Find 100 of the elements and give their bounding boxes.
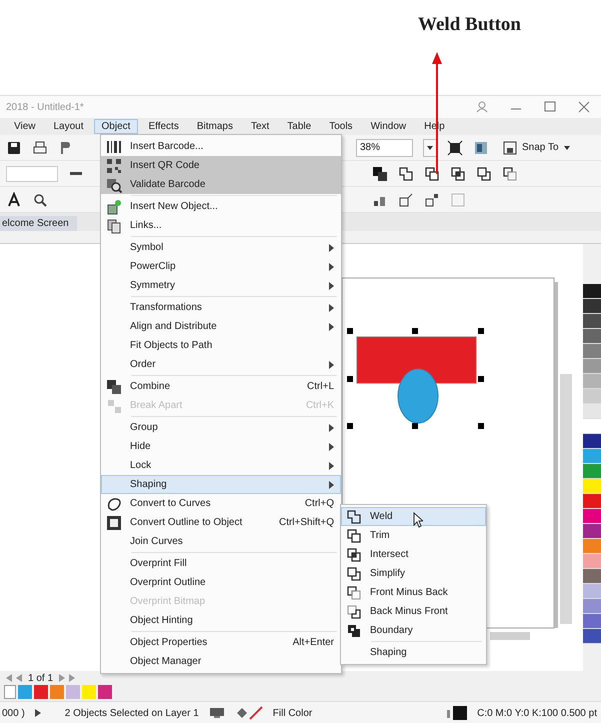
color-swatch[interactable] [34, 685, 48, 699]
selection-handle[interactable] [478, 328, 484, 334]
snap-to-button[interactable]: Snap To [499, 138, 574, 156]
selection-handle[interactable] [412, 328, 418, 334]
text-icon[interactable] [6, 192, 22, 208]
menu-item[interactable]: Convert Outline to Object Ctrl+Shift+Q [101, 513, 341, 532]
palette-swatch[interactable] [583, 344, 601, 359]
palette-swatch[interactable] [583, 569, 601, 584]
color-swatch[interactable] [82, 685, 96, 699]
palette-swatch[interactable] [583, 539, 601, 554]
palette-swatch[interactable] [583, 284, 601, 299]
application-icon[interactable] [473, 140, 489, 156]
menu-item[interactable]: Lock [101, 456, 341, 475]
combine-icon[interactable] [372, 166, 388, 182]
palette-swatch[interactable] [583, 314, 601, 329]
selection-handle[interactable] [347, 376, 353, 382]
menu-item[interactable]: Insert New Object... [101, 197, 341, 216]
palette-swatch[interactable] [583, 599, 601, 614]
simplify-icon[interactable] [476, 166, 492, 182]
palette-swatch[interactable] [583, 419, 601, 434]
menu-item[interactable]: Fit Objects to Path [101, 336, 341, 355]
menu-item[interactable]: Simplify [341, 564, 486, 583]
menu-item[interactable]: Object Properties Alt+Enter [101, 633, 341, 652]
menu-item[interactable]: Symmetry [101, 276, 341, 295]
palette-swatch[interactable] [583, 629, 601, 644]
palette-swatch[interactable] [583, 554, 601, 569]
no-color-swatch[interactable] [4, 685, 16, 699]
palette-swatch[interactable] [583, 584, 601, 599]
palette-swatch[interactable] [583, 329, 601, 344]
menu-item[interactable]: Back Minus Front [341, 602, 486, 621]
palette-swatch[interactable] [583, 359, 601, 374]
menu-bar-item[interactable]: Effects [140, 119, 187, 134]
menu-item[interactable]: PowerClip [101, 257, 341, 276]
intersect-icon[interactable] [450, 166, 466, 182]
menu-item[interactable]: Object Manager [101, 652, 341, 671]
menu-item[interactable]: Overprint Outline [101, 573, 341, 592]
menu-bar-item[interactable]: Table [279, 119, 320, 134]
palette-swatch[interactable] [583, 299, 601, 314]
full-screen-icon[interactable] [447, 140, 463, 156]
menu-item[interactable]: Intersect [341, 545, 486, 564]
scale-icon[interactable] [398, 192, 414, 208]
position-field[interactable] [6, 166, 58, 182]
menu-item[interactable]: Symbol [101, 238, 341, 257]
save-icon[interactable] [6, 140, 22, 156]
menu-item[interactable]: Overprint Fill [101, 554, 341, 573]
menu-bar-item[interactable]: Bitmaps [188, 119, 241, 134]
selection-handle[interactable] [478, 376, 484, 382]
menu-bar-item[interactable]: Layout [46, 119, 92, 134]
color-swatch[interactable] [50, 685, 64, 699]
menu-bar-item[interactable]: Object [94, 119, 138, 134]
menu-item[interactable]: Boundary [341, 621, 486, 640]
selection-handle[interactable] [347, 423, 353, 429]
menu-item[interactable]: Transformations [101, 298, 341, 317]
zoom-icon[interactable] [32, 192, 48, 208]
palette-swatch[interactable] [583, 389, 601, 404]
menu-item[interactable]: Weld [341, 507, 486, 526]
menu-item[interactable]: Shaping [101, 475, 341, 494]
previous-page-icon[interactable] [4, 674, 24, 682]
selection-handle[interactable] [478, 423, 484, 429]
menu-item[interactable]: Shaping [341, 643, 486, 662]
palette-swatch[interactable] [583, 434, 601, 449]
menu-bar-item[interactable]: View [6, 119, 44, 134]
zoom-field[interactable]: 38% [356, 138, 413, 156]
palette-swatch[interactable] [583, 509, 601, 524]
menu-item[interactable]: Convert to Curves Ctrl+Q [101, 494, 341, 513]
vertical-scrollbar[interactable] [560, 374, 572, 624]
color-swatch[interactable] [18, 685, 32, 699]
front-minus-back-icon[interactable] [502, 166, 518, 182]
document-tab[interactable]: elcome Screen [0, 216, 77, 231]
outline-width-icon[interactable] [450, 192, 466, 208]
color-swatch[interactable] [66, 685, 80, 699]
menu-bar-item[interactable]: Tools [321, 119, 361, 134]
color-swatch[interactable] [98, 685, 112, 699]
selection-handle[interactable] [347, 328, 353, 334]
menu-item[interactable]: Insert QR Code [101, 156, 341, 175]
menu-item[interactable]: Object Hinting [101, 611, 341, 630]
palette-swatch[interactable] [583, 374, 601, 389]
menu-item[interactable]: Links... [101, 216, 341, 235]
menu-item[interactable]: Group [101, 418, 341, 437]
horizontal-scrollbar[interactable] [490, 632, 530, 640]
menu-item[interactable]: Trim [341, 526, 486, 545]
palette-swatch[interactable] [583, 524, 601, 539]
play-icon[interactable] [34, 709, 41, 717]
palette-swatch[interactable] [583, 464, 601, 479]
palette-swatch[interactable] [583, 494, 601, 509]
resize-icon[interactable] [424, 192, 440, 208]
menu-bar-item[interactable]: Window [362, 119, 414, 134]
menu-item[interactable]: Hide [101, 437, 341, 456]
trim-icon[interactable] [424, 166, 440, 182]
palette-swatch[interactable] [583, 479, 601, 494]
palette-swatch[interactable] [583, 404, 601, 419]
menu-item[interactable]: Front Minus Back [341, 583, 486, 602]
print-icon[interactable] [32, 140, 48, 156]
palette-swatch[interactable] [583, 614, 601, 629]
menu-item[interactable]: Insert Barcode... [101, 137, 341, 156]
menu-item[interactable]: Validate Barcode [101, 175, 341, 194]
next-page-icon[interactable] [57, 674, 78, 682]
menu-bar-item[interactable]: Text [242, 119, 278, 134]
palette-swatch[interactable] [583, 449, 601, 464]
menu-item[interactable]: Align and Distribute [101, 317, 341, 336]
